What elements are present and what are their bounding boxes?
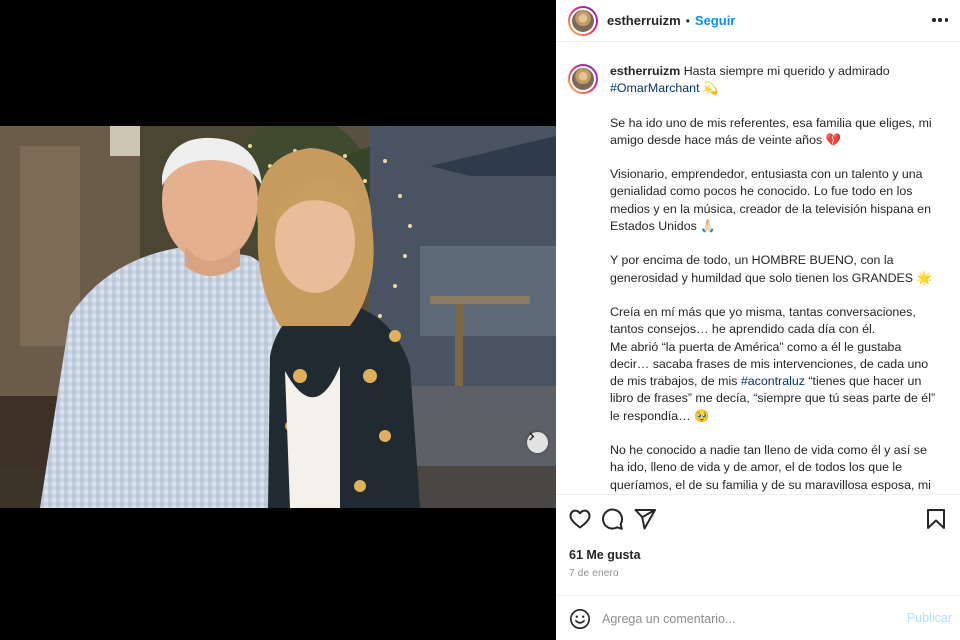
likes-count[interactable]: 61 Me gusta: [569, 548, 641, 562]
chevron-right-icon: [529, 432, 535, 441]
caption-paragraph: Y por encima de todo, un HOMBRE BUENO, c…: [610, 253, 914, 285]
caption-first-line: Hasta siempre mi querido y admirado: [683, 64, 890, 78]
teary-face-emoji: 🥹: [694, 408, 710, 423]
caption-text: estherruizm Hasta siempre mi querido y a…: [610, 63, 942, 493]
caption-paragraph: Creía en mí más que yo misma, tantas con…: [610, 304, 916, 337]
post-media: [0, 0, 556, 640]
emoji-picker-icon[interactable]: [569, 608, 591, 630]
caption-paragraph: No he conocido a nadie tan lleno de vida…: [610, 443, 931, 492]
praying-hands-emoji: 🙏🏻: [700, 219, 716, 234]
next-photo-button[interactable]: [527, 432, 548, 453]
more-options-icon[interactable]: [932, 12, 948, 28]
comment-bar: Publicar: [556, 595, 960, 640]
comment-input[interactable]: [602, 609, 892, 629]
post-header: estherruizm • Seguir: [556, 0, 960, 42]
caption-avatar[interactable]: [568, 64, 598, 94]
avatar[interactable]: [568, 5, 598, 36]
caption-paragraph: Se ha ido uno de mis referentes, esa fam…: [610, 115, 932, 147]
bookmark-icon[interactable]: [924, 507, 948, 531]
photo-illustration: [0, 126, 556, 508]
broken-heart-emoji: 💔: [825, 132, 842, 147]
author-username[interactable]: estherruizm: [607, 13, 681, 28]
star-emoji: 🌟: [916, 270, 932, 285]
sparkle-emoji: 💫: [702, 81, 719, 96]
post-date[interactable]: 7 de enero: [569, 568, 619, 579]
hashtag-link[interactable]: #acontraluz: [741, 374, 805, 388]
caption-paragraph: Visionario, emprendedor, entusiasta con …: [610, 167, 931, 234]
comment-icon[interactable]: [600, 507, 624, 531]
separator-dot: •: [685, 13, 690, 28]
action-icons-row: [568, 507, 948, 533]
heart-icon[interactable]: [568, 507, 592, 531]
hashtag-link[interactable]: #OmarMarchant: [610, 81, 700, 95]
post-actions: 61 Me gusta 7 de enero Publicar: [556, 494, 960, 640]
share-icon[interactable]: [633, 507, 657, 531]
publish-button[interactable]: Publicar: [907, 611, 952, 625]
post-side-panel: estherruizm • Seguir estherruizm Hasta s…: [556, 0, 960, 640]
caption-area: estherruizm Hasta siempre mi querido y a…: [556, 51, 960, 493]
caption-username[interactable]: estherruizm: [610, 64, 680, 78]
follow-button[interactable]: Seguir: [695, 13, 735, 28]
post-photo[interactable]: [0, 126, 556, 508]
